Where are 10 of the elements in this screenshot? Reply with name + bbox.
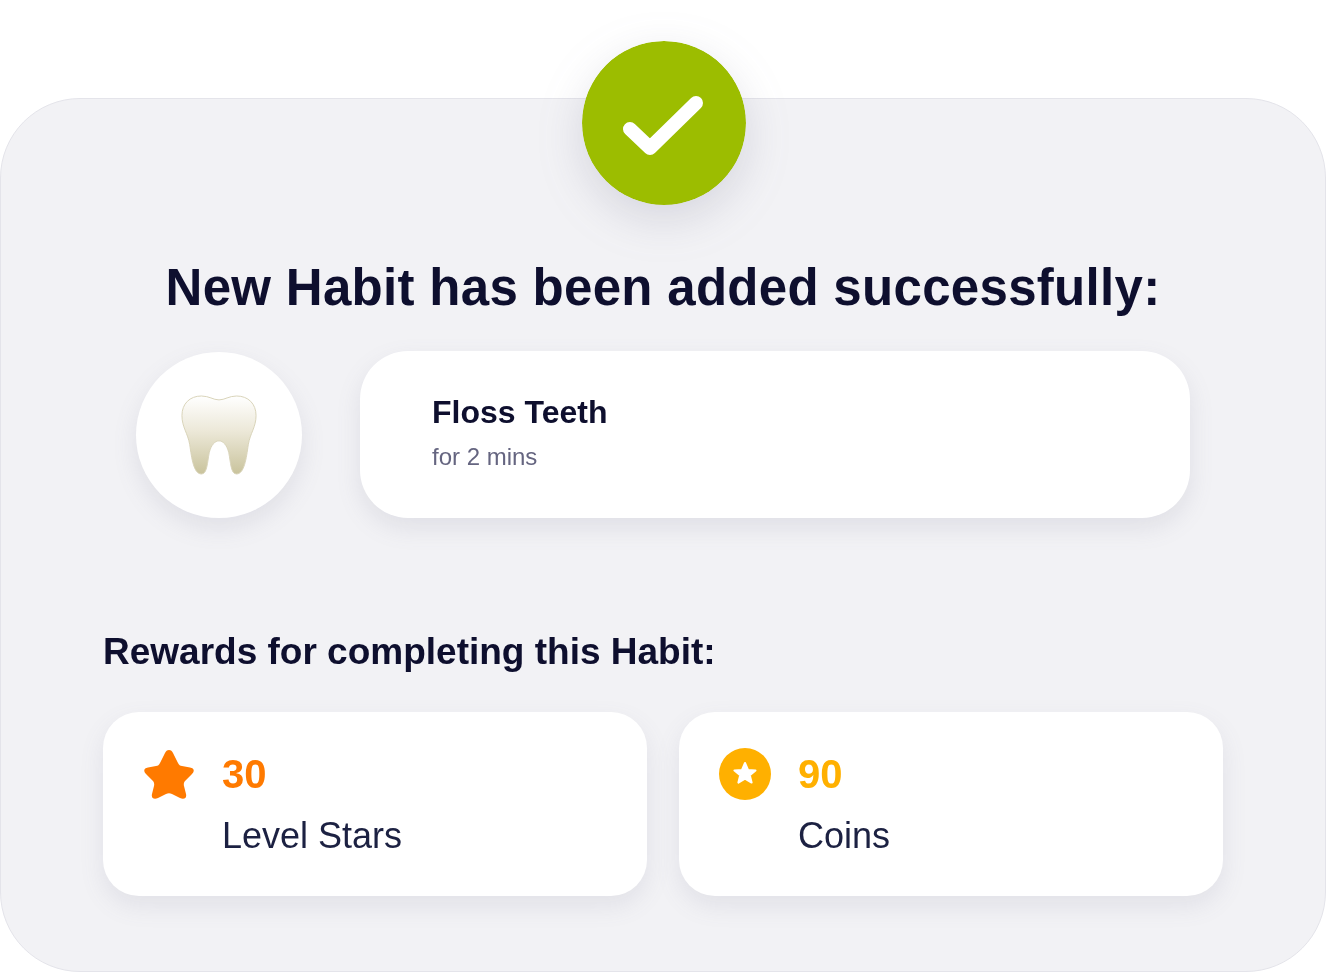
rewards-heading: Rewards for completing this Habit: — [103, 630, 717, 674]
success-title: New Habit has been added successfully: — [164, 258, 1162, 318]
reward-label: Coins — [798, 814, 891, 858]
reward-amount: 90 — [798, 751, 843, 798]
reward-label: Level Stars — [222, 814, 403, 858]
habit-name: Floss Teeth — [432, 393, 608, 432]
habit-duration: for 2 mins — [432, 442, 538, 472]
check-icon — [582, 41, 746, 205]
habit-card[interactable]: Floss Teeth for 2 mins — [360, 351, 1190, 518]
reward-amount: 30 — [222, 751, 267, 798]
